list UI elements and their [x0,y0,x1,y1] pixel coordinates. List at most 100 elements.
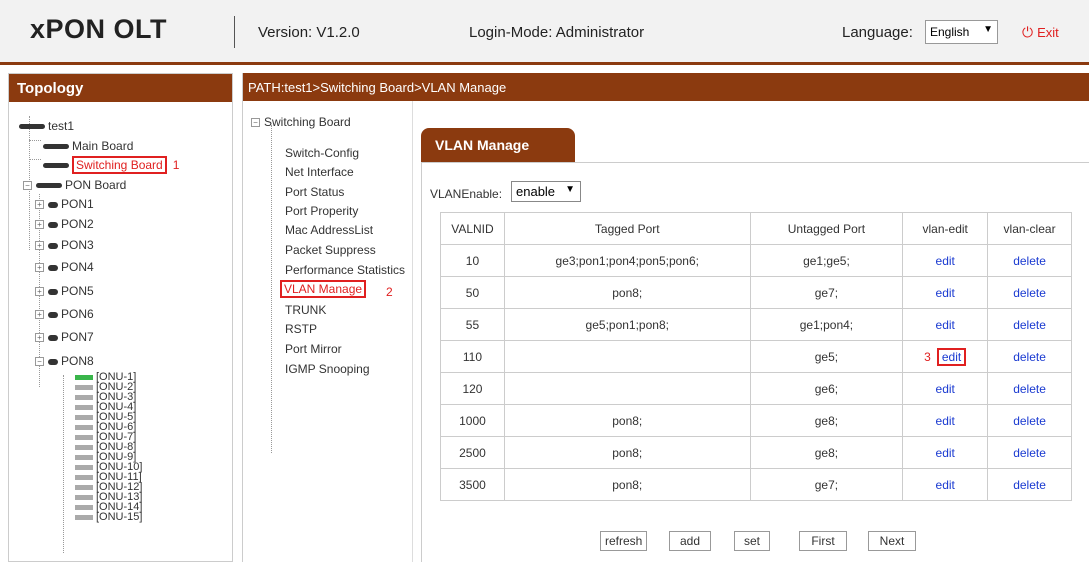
vlan-id-cell: 50 [440,276,505,309]
vlan-id-cell: 10 [440,244,505,277]
tree-node-switching-board[interactable]: Switching Board 1 [43,156,179,174]
expand-icon[interactable]: + [35,310,44,320]
annotation-2: 2 [386,285,393,299]
vlan-table: VALNID Tagged Port Untagged Port vlan-ed… [440,212,1072,501]
onu-device-icon [75,494,93,500]
main-frame-border [421,163,422,562]
edit-link[interactable]: edit [902,404,989,437]
tagged-port-cell: ge3;pon1;pon4;pon5;pon6; [503,244,751,277]
edit-link[interactable]: edit [902,468,989,501]
language-select[interactable]: English ▼ [925,20,998,44]
pon-port-icon [48,201,58,208]
menu-root-switching-board[interactable]: − Switching Board [251,115,351,129]
onu-device-icon [75,384,93,390]
switching-board-label: Switching Board [72,156,167,174]
edit-link[interactable]: edit [902,276,989,309]
tagged-port-cell: ge5;pon1;pon8; [503,308,751,341]
version-label: Version: V1.2.0 [258,24,360,41]
edit-link[interactable]: edit [902,244,989,277]
menu-item-trunk[interactable]: TRUNK [285,303,326,317]
brand-title: xPON OLT [30,14,168,44]
menu-item-packet-suppress[interactable]: Packet Suppress [285,243,376,257]
column-header: vlan-clear [987,212,1072,245]
edit-link[interactable]: edit [936,347,967,366]
collapse-icon[interactable]: − [35,357,44,367]
tab-underline [421,162,1089,163]
expand-icon[interactable]: + [35,220,44,230]
table-row: 1000 pon8; ge8; edit delete [440,404,1072,437]
menu-item-igmp-snooping[interactable]: IGMP Snooping [285,362,370,376]
tree-node-pon1[interactable]: + PON1 [35,197,94,211]
topology-panel: Topology test1 Main Board Switching Boar… [8,73,233,562]
tree-node-root[interactable]: test1 [19,119,74,133]
language-label: Language: [842,24,913,41]
onu-device-icon [75,464,93,470]
untagged-port-cell: ge8; [749,404,904,437]
delete-link[interactable]: delete [987,404,1072,437]
delete-link[interactable]: delete [987,340,1072,373]
tree-node-pon6[interactable]: + PON6 [35,307,94,321]
onu-device-icon [75,374,93,380]
refresh-button[interactable]: refresh [600,531,648,551]
edit-link[interactable]: edit [902,436,989,469]
delete-link[interactable]: delete [987,468,1072,501]
tree-node-pon7[interactable]: + PON7 [35,330,94,344]
delete-link[interactable]: delete [987,436,1072,469]
table-row: 2500 pon8; ge8; edit delete [440,436,1072,469]
tree-node-main-board[interactable]: Main Board [43,139,133,153]
expand-icon[interactable]: + [35,263,44,273]
tree-node-pon3[interactable]: + PON3 [35,238,94,252]
next-button[interactable]: Next [868,531,916,551]
delete-link[interactable]: delete [987,276,1072,309]
untagged-port-cell: ge8; [749,436,904,469]
menu-item-net-interface[interactable]: Net Interface [285,165,354,179]
collapse-icon[interactable]: − [23,181,32,191]
onu-device-icon [75,454,93,460]
vlan-enable-select[interactable]: enable ▼ [511,181,581,202]
delete-link[interactable]: delete [987,244,1072,277]
expand-icon[interactable]: + [35,200,44,210]
delete-link[interactable]: delete [987,372,1072,405]
tree-node-pon-board[interactable]: − PON Board [23,178,126,192]
tagged-port-cell: pon8; [503,468,751,501]
vlan-id-cell: 55 [440,308,505,341]
pon-port-icon [48,242,58,249]
vlan-id-cell: 110 [440,340,505,373]
untagged-port-cell: ge7; [749,276,904,309]
tree-node-pon4[interactable]: + PON4 [35,260,94,274]
expand-icon[interactable]: + [35,287,44,297]
menu-item-mac-addresslist[interactable]: Mac AddressList [285,223,373,237]
tab-vlan-manage[interactable]: VLAN Manage [421,128,575,162]
edit-link[interactable]: edit [902,308,989,341]
olt-device-icon [19,124,45,130]
tagged-port-cell [503,340,751,373]
expand-icon[interactable]: + [35,241,44,251]
menu-item-port-properity[interactable]: Port Properity [285,204,358,218]
exit-button[interactable]: ⏻ Exit [1022,24,1059,41]
vlan-id-cell: 3500 [440,468,505,501]
menu-item-port-status[interactable]: Port Status [285,185,344,199]
tree-node-pon5[interactable]: + PON5 [35,284,94,298]
vlan-enable-value: enable [516,184,556,199]
delete-link[interactable]: delete [987,308,1072,341]
menu-item-switch-config[interactable]: Switch-Config [285,146,359,160]
set-button[interactable]: set [734,531,770,551]
collapse-icon[interactable]: − [251,118,260,128]
add-button[interactable]: add [669,531,711,551]
language-value: English [930,25,970,39]
tree-node-onu[interactable]: [ONU-15] [75,512,142,523]
pon-port-icon [48,358,58,365]
expand-icon[interactable]: + [35,333,44,343]
vlan-id-cell: 120 [440,372,505,405]
onu-device-icon [75,514,93,520]
menu-item-performance-statistics[interactable]: Performance Statistics [285,263,405,277]
tree-node-pon8[interactable]: − PON8 [35,354,94,368]
first-button[interactable]: First [799,531,847,551]
menu-item-port-mirror[interactable]: Port Mirror [285,342,342,356]
board-device-icon [36,183,62,189]
menu-item-rstp[interactable]: RSTP [285,322,317,336]
menu-item-vlan-manage[interactable]: VLAN Manage [280,280,367,298]
edit-link[interactable]: edit [902,372,989,405]
column-header: Untagged Port [749,212,904,245]
tree-node-pon2[interactable]: + PON2 [35,217,94,231]
